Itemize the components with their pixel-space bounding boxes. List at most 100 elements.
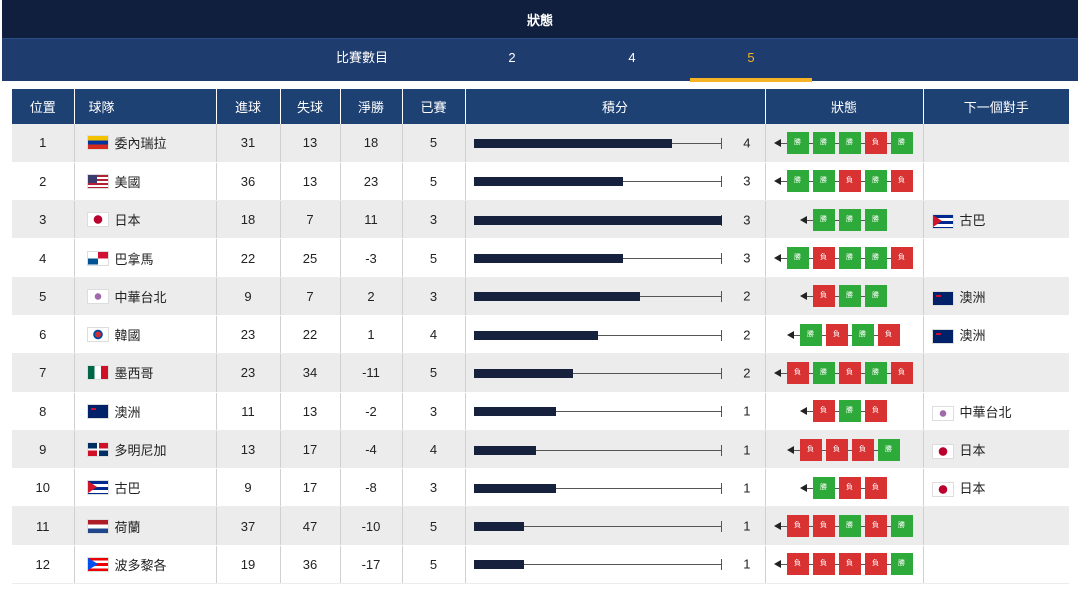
points-bar-end (720, 253, 722, 265)
arrow-left-icon (773, 560, 781, 569)
team-name[interactable]: 日本 (115, 213, 141, 228)
next-opponent-flag-icon (931, 214, 954, 230)
position: 11 (12, 506, 75, 546)
form-cell: 勝負負 (765, 468, 924, 508)
played: 3 (402, 200, 466, 240)
next-opponent-flag-icon (931, 444, 954, 460)
played: 3 (402, 392, 466, 431)
next-opponent-name: 日本 (959, 481, 986, 497)
team-name[interactable]: 古巴 (115, 481, 141, 496)
arrow-left-icon (799, 292, 807, 301)
position: 2 (12, 162, 75, 202)
arrow-left-icon (799, 483, 807, 492)
tab-5-active[interactable]: 5 (690, 39, 812, 82)
team-cell[interactable]: 多明尼加 (74, 430, 217, 470)
col-points[interactable]: 積分 (465, 89, 766, 124)
team-cell[interactable]: 委內瑞拉 (74, 124, 217, 163)
form-loss-badge: 負 (890, 170, 913, 193)
team-name[interactable]: 美國 (115, 175, 141, 190)
form-win-badge: 勝 (890, 553, 913, 576)
next-opponent-flag-icon (931, 405, 954, 421)
team-cell[interactable]: 波多黎各 (74, 545, 217, 585)
points-bar-end (720, 444, 722, 456)
team-name[interactable]: 中華台北 (115, 290, 167, 305)
table-row[interactable]: 11 荷蘭 37 47 -10 5 1 負負勝負勝 (12, 506, 1069, 546)
table-row[interactable]: 7 墨西哥 23 34 -11 5 2 負勝負勝負 (12, 353, 1069, 393)
position: 12 (12, 545, 75, 585)
points-bar-fill (473, 368, 573, 378)
team-name[interactable]: 墨西哥 (115, 366, 154, 381)
goals-against: 34 (280, 353, 341, 393)
played: 3 (402, 277, 466, 316)
team-name[interactable]: 巴拿馬 (115, 252, 154, 267)
goal-diff: 11 (340, 200, 403, 240)
form-win-badge: 勝 (786, 247, 809, 270)
team-cell[interactable]: 美國 (74, 162, 217, 202)
points-bar-fill (473, 522, 524, 532)
team-flag-icon (86, 135, 109, 151)
next-opponent-cell[interactable]: 澳洲 (923, 315, 1069, 355)
team-cell[interactable]: 巴拿馬 (74, 238, 217, 278)
next-opponent-cell[interactable]: 古巴 (923, 200, 1069, 240)
goals-against: 13 (280, 124, 341, 163)
tab-2[interactable]: 2 (452, 39, 572, 82)
points-cell: 1 (465, 506, 766, 546)
team-name[interactable]: 委內瑞拉 (115, 136, 167, 151)
form-win-badge: 勝 (838, 247, 861, 270)
arrow-left-icon (799, 215, 807, 224)
team-name[interactable]: 多明尼加 (115, 443, 167, 458)
table-row[interactable]: 9 多明尼加 13 17 -4 4 1 負負負勝日本 (12, 430, 1069, 470)
team-cell[interactable]: 墨西哥 (74, 353, 217, 393)
tab-4[interactable]: 4 (572, 39, 692, 82)
team-cell[interactable]: 韓國 (74, 315, 217, 355)
table-row[interactable]: 8 澳洲 11 13 -2 3 1 負勝負 中華台北 (12, 392, 1069, 431)
goals-against: 25 (280, 238, 341, 278)
next-opponent-cell[interactable]: 澳洲 (923, 277, 1069, 316)
table-row[interactable]: 2 美國 36 13 23 5 3 勝勝負勝負 (12, 162, 1069, 202)
col-form[interactable]: 狀態 (765, 89, 924, 124)
col-team[interactable]: 球隊 (74, 89, 217, 124)
team-cell[interactable]: 澳洲 (74, 392, 217, 431)
next-opponent-cell[interactable]: 日本 (923, 468, 1069, 508)
played: 5 (402, 238, 466, 278)
col-goals-for[interactable]: 進球 (216, 89, 281, 124)
team-name[interactable]: 澳洲 (115, 405, 141, 420)
table-row[interactable]: 12 波多黎各 19 36 -17 5 1 負負負負勝 (12, 545, 1069, 585)
table-row[interactable]: 3 日本 18 7 11 3 3 勝勝勝古巴 (12, 200, 1069, 240)
team-cell[interactable]: 中華台北 (74, 277, 217, 316)
points-bar-fill (473, 330, 598, 340)
team-name[interactable]: 韓國 (115, 328, 141, 343)
position: 6 (12, 315, 75, 355)
team-flag-icon (86, 173, 109, 189)
standings-table: 位置 球隊 進球 失球 淨勝 已賽 積分 狀態 下一個對手 1 委內瑞拉 31 13 1… (12, 89, 1069, 585)
col-next-opponent[interactable]: 下一個對手 (923, 89, 1069, 124)
team-name[interactable]: 荷蘭 (115, 520, 141, 535)
col-played[interactable]: 已賽 (402, 89, 466, 124)
goals-for: 18 (216, 200, 281, 240)
form-loss-badge: 負 (812, 553, 835, 576)
next-opponent-cell[interactable]: 中華台北 (923, 392, 1069, 431)
goals-for: 19 (216, 545, 281, 585)
form-win-badge: 勝 (838, 285, 861, 308)
form-win-badge: 勝 (838, 208, 861, 231)
form-win-badge: 勝 (838, 131, 861, 154)
points-bar-fill (473, 138, 672, 148)
team-cell[interactable]: 古巴 (74, 468, 217, 508)
team-cell[interactable]: 荷蘭 (74, 506, 217, 546)
table-row[interactable]: 10 古巴 9 17 -8 3 1 勝負負日本 (12, 468, 1069, 508)
form-cell: 勝勝負勝負 (765, 162, 924, 202)
col-position[interactable]: 位置 (12, 89, 75, 124)
team-cell[interactable]: 日本 (74, 200, 217, 240)
col-goals-against[interactable]: 失球 (280, 89, 341, 124)
points-bar-fill (473, 560, 524, 570)
table-row[interactable]: 5 中華台北 9 7 2 3 2 負勝勝澳洲 (12, 277, 1069, 316)
arrow-left-icon (773, 254, 781, 263)
table-row[interactable]: 6 韓國 23 22 1 4 2 勝負勝負澳洲 (12, 315, 1069, 355)
table-row[interactable]: 4 巴拿馬 22 25 -3 5 3 勝負勝勝負 (12, 238, 1069, 278)
next-opponent-cell (923, 545, 1069, 585)
form-cell: 勝勝勝負勝 (765, 124, 924, 163)
col-goal-diff[interactable]: 淨勝 (340, 89, 403, 124)
table-row[interactable]: 1 委內瑞拉 31 13 18 5 4 勝勝勝負勝 (12, 124, 1069, 163)
team-name[interactable]: 波多黎各 (115, 558, 167, 573)
next-opponent-cell[interactable]: 日本 (923, 430, 1069, 470)
